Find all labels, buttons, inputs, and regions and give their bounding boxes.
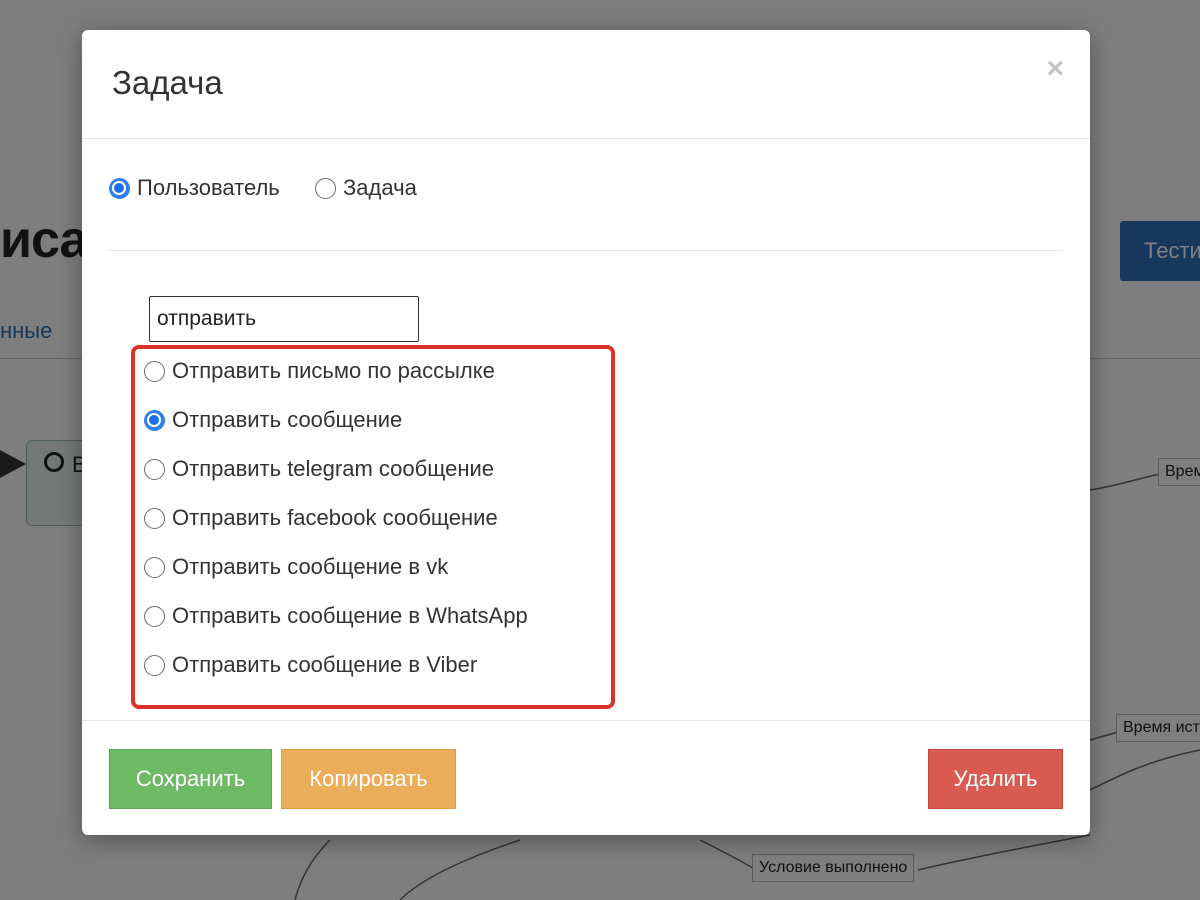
radio-button[interactable] bbox=[144, 458, 165, 480]
radio-button[interactable] bbox=[109, 177, 130, 199]
action-option-label: Отправить сообщение в Viber bbox=[172, 652, 478, 677]
task-modal: Задача × Пользователь Задача Отправить п… bbox=[82, 30, 1090, 835]
action-option[interactable]: Отправить сообщение в WhatsApp bbox=[144, 603, 528, 629]
body-divider bbox=[109, 250, 1063, 251]
mode-option-task[interactable]: Задача bbox=[315, 175, 417, 201]
action-option-label: Отправить telegram сообщение bbox=[172, 456, 494, 481]
action-option[interactable]: Отправить telegram сообщение bbox=[144, 456, 494, 482]
close-icon[interactable]: × bbox=[1046, 54, 1064, 84]
modal-title: Задача bbox=[112, 64, 223, 101]
radio-button[interactable] bbox=[144, 654, 165, 676]
action-option[interactable]: Отправить сообщение bbox=[144, 407, 402, 433]
action-search-input[interactable] bbox=[149, 296, 419, 342]
radio-button[interactable] bbox=[144, 409, 165, 431]
mode-option-user[interactable]: Пользователь bbox=[109, 175, 280, 201]
radio-label: Задача bbox=[343, 175, 417, 200]
copy-button[interactable]: Копировать bbox=[281, 749, 456, 809]
radio-button[interactable] bbox=[144, 556, 165, 578]
action-option-label: Отправить сообщение bbox=[172, 407, 403, 432]
action-option[interactable]: Отправить письмо по рассылке bbox=[144, 358, 495, 384]
radio-button[interactable] bbox=[144, 360, 165, 382]
delete-button[interactable]: Удалить bbox=[928, 749, 1063, 809]
radio-button[interactable] bbox=[315, 177, 336, 199]
action-option-label: Отправить сообщение в vk bbox=[172, 554, 449, 579]
action-option-label: Отправить facebook сообщение bbox=[172, 505, 498, 530]
action-option[interactable]: Отправить сообщение в Viber bbox=[144, 652, 477, 678]
modal-header: Задача × bbox=[82, 30, 1090, 139]
radio-label: Пользователь bbox=[137, 175, 280, 200]
footer-divider bbox=[82, 720, 1090, 721]
radio-button[interactable] bbox=[144, 605, 165, 627]
save-button[interactable]: Сохранить bbox=[109, 749, 272, 809]
action-option[interactable]: Отправить facebook сообщение bbox=[144, 505, 498, 531]
radio-button[interactable] bbox=[144, 507, 165, 529]
action-option-label: Отправить письмо по рассылке bbox=[172, 358, 495, 383]
action-option[interactable]: Отправить сообщение в vk bbox=[144, 554, 448, 580]
action-option-label: Отправить сообщение в WhatsApp bbox=[172, 603, 528, 628]
